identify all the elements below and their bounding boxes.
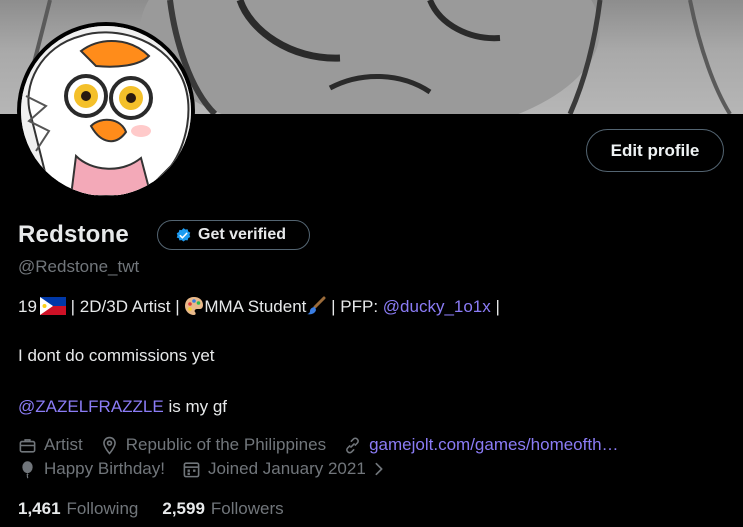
balloon-icon: [22, 460, 33, 479]
followers-count: 2,599: [162, 499, 205, 518]
followers-label: Followers: [210, 499, 284, 518]
pfp-credit-link[interactable]: @ducky_1o1x: [383, 297, 491, 316]
bio-gf-text: is my gf: [163, 397, 228, 416]
following-count: 1,461: [18, 499, 61, 518]
profile-name: Redstone: [18, 221, 129, 248]
bio-line-3: @ZAZELFRAZZLE is my gf: [18, 397, 227, 417]
meta-location-label: Republic of the Philippines: [125, 435, 327, 454]
meta-joined[interactable]: Joined January 2021: [182, 459, 387, 479]
follow-stats: 1,461 Following 2,599 Followers: [18, 499, 284, 519]
edit-profile-button[interactable]: Edit profile: [586, 129, 724, 172]
briefcase-icon: [19, 438, 36, 453]
palette-icon: [185, 297, 204, 315]
following-label: Following: [66, 499, 139, 518]
get-verified-button[interactable]: Get verified: [157, 220, 310, 250]
paintbrush-icon: [307, 296, 326, 315]
following-stat[interactable]: 1,461 Following: [18, 499, 138, 519]
meta-category: Artist: [18, 435, 83, 455]
followers-stat[interactable]: 2,599 Followers: [162, 499, 283, 519]
avatar[interactable]: [17, 22, 195, 200]
location-pin-icon: [102, 436, 116, 455]
bio-pfp-text: | PFP:: [326, 297, 383, 316]
profile-meta-row-1: Artist Republic of the Philippines gamej…: [18, 435, 636, 455]
meta-location: Republic of the Philippines: [100, 435, 326, 455]
bio-mma-text: MMA Student: [204, 297, 307, 316]
meta-birthday-label: Happy Birthday!: [44, 459, 165, 478]
bio-artist-text: | 2D/3D Artist |: [65, 297, 185, 316]
meta-website[interactable]: gamejolt.com/games/homeofth…: [343, 435, 619, 455]
chevron-right-icon: [375, 462, 383, 476]
profile-meta-row-2: Happy Birthday! Joined January 2021: [18, 459, 404, 479]
bio-line1-suffix: |: [490, 297, 500, 316]
bio-line-2: I dont do commissions yet: [18, 346, 215, 365]
bio-line-1: 19 | 2D/3D Artist | MMA Student | PFP: @…: [18, 296, 500, 317]
get-verified-label: Get verified: [198, 226, 287, 243]
philippines-flag-icon: [39, 297, 66, 315]
meta-joined-label: Joined January 2021: [207, 459, 366, 478]
gf-mention-link[interactable]: @ZAZELFRAZZLE: [18, 397, 164, 416]
link-icon: [346, 436, 360, 454]
bio-age: 19: [18, 297, 37, 316]
avatar-image: [21, 26, 191, 196]
meta-birthday: Happy Birthday!: [18, 459, 165, 479]
meta-category-label: Artist: [44, 435, 83, 454]
profile-handle: @Redstone_twt: [18, 257, 140, 276]
calendar-icon: [183, 461, 200, 477]
verified-badge-icon: [176, 227, 191, 242]
website-link[interactable]: gamejolt.com/games/homeofth…: [369, 435, 618, 455]
